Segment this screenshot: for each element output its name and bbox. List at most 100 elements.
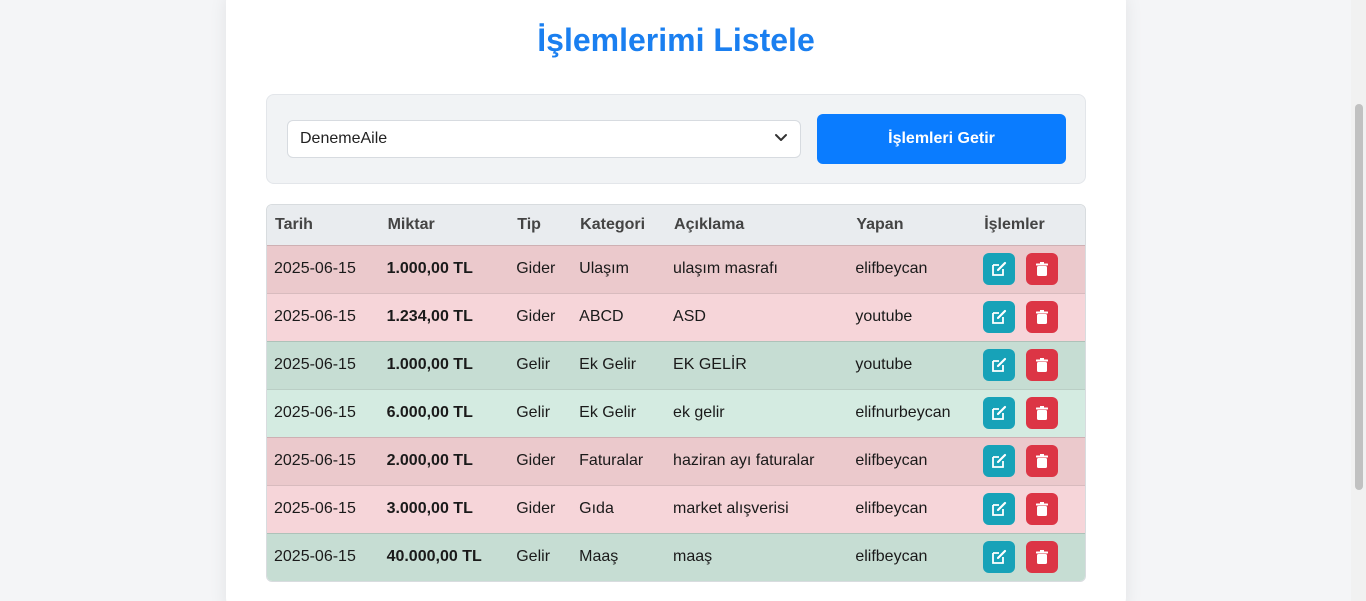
edit-icon — [992, 261, 1007, 276]
cell-type: Gelir — [509, 340, 573, 389]
cell-type: Gider — [509, 244, 573, 293]
cell-description: ek gelir — [666, 388, 849, 437]
delete-button[interactable] — [1025, 349, 1058, 381]
cell-description: market alışverisi — [666, 484, 849, 533]
header-date: Tarih — [275, 215, 313, 233]
edit-icon — [992, 549, 1007, 564]
table-header-row: Tarih Miktar Tip Kategori Açıklama Yapan… — [267, 205, 1085, 245]
cell-amount: 1.000,00 TL — [379, 244, 510, 293]
edit-icon — [992, 501, 1007, 516]
family-select[interactable]: DenemeAile — [287, 120, 801, 158]
cell-category: ABCD — [572, 292, 667, 341]
header-description: Açıklama — [674, 215, 745, 233]
cell-description: haziran ayı faturalar — [666, 436, 849, 485]
cell-amount: 1.000,00 TL — [379, 340, 510, 389]
delete-button[interactable] — [1025, 541, 1058, 573]
header-actions: İşlemler — [984, 215, 1045, 233]
main-card: İşlemlerimi Listele DenemeAile İşlemleri… — [226, 0, 1126, 601]
edit-button[interactable] — [983, 253, 1016, 285]
edit-button[interactable] — [983, 541, 1016, 573]
cell-category: Ek Gelir — [572, 388, 667, 437]
trash-icon — [1035, 502, 1048, 516]
cell-date: 2025-06-15 — [267, 340, 380, 389]
cell-type: Gider — [509, 292, 573, 341]
fetch-transactions-button[interactable]: İşlemleri Getir — [817, 114, 1066, 164]
cell-category: Ulaşım — [572, 244, 667, 293]
page: İşlemlerimi Listele DenemeAile İşlemleri… — [0, 0, 1366, 601]
table-row: 2025-06-15 1.000,00 TL Gider Ulaşım ulaş… — [267, 244, 1085, 293]
cell-actions — [976, 532, 1085, 581]
delete-button[interactable] — [1025, 445, 1058, 477]
transactions-table: Tarih Miktar Tip Kategori Açıklama Yapan… — [266, 204, 1086, 582]
cell-user: youtube — [848, 292, 977, 341]
delete-button[interactable] — [1025, 493, 1058, 525]
delete-button[interactable] — [1025, 397, 1058, 429]
cell-actions — [976, 292, 1085, 341]
page-title: İşlemlerimi Listele — [537, 22, 815, 58]
table-row: 2025-06-15 6.000,00 TL Gelir Ek Gelir ek… — [267, 388, 1085, 437]
trash-icon — [1035, 358, 1048, 372]
edit-icon — [992, 309, 1007, 324]
cell-category: Faturalar — [572, 436, 667, 485]
cell-actions — [976, 340, 1085, 389]
trash-icon — [1035, 550, 1048, 564]
trash-icon — [1035, 310, 1048, 324]
cell-category: Maaş — [572, 532, 667, 581]
cell-date: 2025-06-15 — [267, 484, 380, 533]
delete-button[interactable] — [1025, 301, 1058, 333]
trash-icon — [1035, 406, 1048, 420]
table-row: 2025-06-15 1.000,00 TL Gelir Ek Gelir EK… — [267, 340, 1085, 389]
cell-amount: 1.234,00 TL — [379, 292, 510, 341]
cell-amount: 2.000,00 TL — [379, 436, 510, 485]
table-row: 2025-06-15 3.000,00 TL Gider Gıda market… — [267, 484, 1085, 533]
cell-actions — [976, 244, 1085, 293]
cell-user: youtube — [848, 340, 977, 389]
edit-button[interactable] — [983, 493, 1016, 525]
cell-description: ulaşım masrafı — [666, 244, 849, 293]
family-select-value: DenemeAile — [300, 130, 388, 147]
cell-amount: 40.000,00 TL — [379, 532, 510, 581]
cell-actions — [976, 388, 1085, 437]
cell-type: Gider — [509, 436, 573, 485]
header-type: Tip — [517, 215, 541, 233]
cell-description: EK GELİR — [666, 340, 849, 389]
cell-date: 2025-06-15 — [267, 532, 380, 581]
edit-button[interactable] — [983, 349, 1016, 381]
cell-user: elifbeycan — [848, 436, 977, 485]
header-category: Kategori — [580, 215, 646, 233]
cell-date: 2025-06-15 — [267, 292, 380, 341]
cell-description: ASD — [666, 292, 849, 341]
filter-panel: DenemeAile İşlemleri Getir — [266, 94, 1086, 184]
cell-date: 2025-06-15 — [267, 388, 380, 437]
table-row: 2025-06-15 40.000,00 TL Gelir Maaş maaş … — [267, 532, 1085, 581]
cell-user: elifbeycan — [848, 532, 977, 581]
cell-user: elifbeycan — [848, 484, 977, 533]
cell-date: 2025-06-15 — [267, 436, 380, 485]
edit-button[interactable] — [983, 301, 1016, 333]
edit-icon — [992, 357, 1007, 372]
cell-category: Ek Gelir — [572, 340, 667, 389]
cell-user: elifbeycan — [848, 244, 977, 293]
cell-date: 2025-06-15 — [267, 244, 380, 293]
edit-button[interactable] — [983, 397, 1016, 429]
cell-description: maaş — [666, 532, 849, 581]
header-amount: Miktar — [387, 215, 435, 233]
cell-actions — [976, 484, 1085, 533]
cell-type: Gelir — [509, 532, 573, 581]
cell-user: elifnurbeycan — [848, 388, 977, 437]
delete-button[interactable] — [1025, 253, 1058, 285]
page-scrollbar[interactable] — [1351, 0, 1366, 601]
cell-category: Gıda — [572, 484, 667, 533]
cell-amount: 3.000,00 TL — [379, 484, 510, 533]
table-row: 2025-06-15 1.234,00 TL Gider ABCD ASD yo… — [267, 292, 1085, 341]
edit-icon — [992, 453, 1007, 468]
table-body: 2025-06-15 1.000,00 TL Gider Ulaşım ulaş… — [267, 244, 1085, 581]
trash-icon — [1035, 262, 1048, 276]
scrollbar-thumb[interactable] — [1355, 104, 1363, 490]
cell-actions — [976, 436, 1085, 485]
edit-button[interactable] — [983, 445, 1016, 477]
edit-icon — [992, 405, 1007, 420]
chevron-down-icon — [775, 134, 787, 141]
cell-amount: 6.000,00 TL — [379, 388, 510, 437]
cell-type: Gider — [509, 484, 573, 533]
